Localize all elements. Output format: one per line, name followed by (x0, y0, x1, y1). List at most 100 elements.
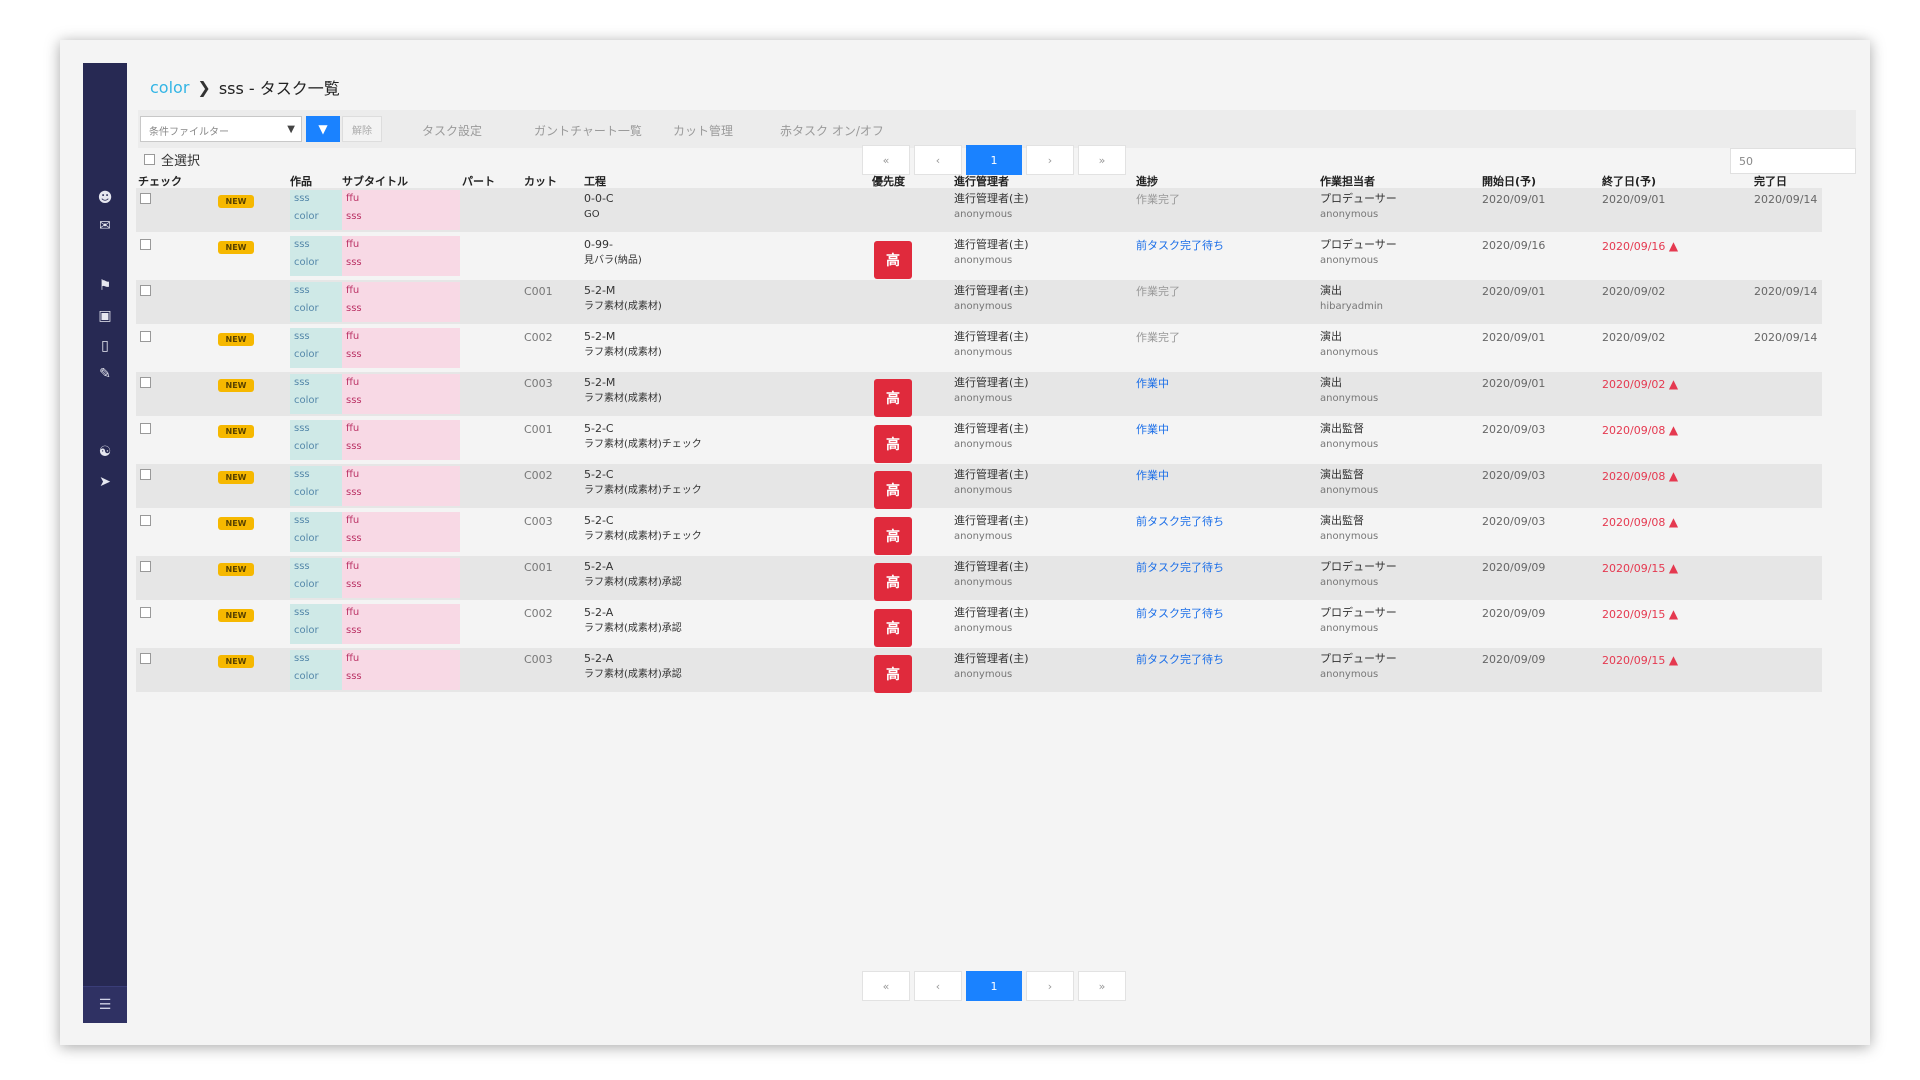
table-row[interactable]: NEW sss color ffu sss C002 5-2-A ラフ素材(成素材)承認 高 進行… (136, 602, 1822, 648)
assignee-cell: プロデューサー anonymous (1320, 237, 1397, 269)
row-checkbox[interactable] (140, 377, 151, 388)
calendar-icon[interactable]: ▣ (96, 307, 114, 325)
subtitle-code: ffu (346, 193, 360, 204)
work-name: color (294, 349, 319, 360)
work-code: sss (294, 653, 310, 664)
assignee-role: プロデューサー (1320, 238, 1397, 251)
page-first-button[interactable]: « (862, 971, 910, 1001)
status-cell[interactable]: 前タスク完了待ち (1136, 514, 1224, 530)
table-row[interactable]: NEW sss color ffu sss 0-99- 見バラ(納品) 高 進行管理者(主) an… (136, 234, 1822, 280)
row-checkbox[interactable] (140, 561, 151, 572)
header-work[interactable]: 作品 (290, 173, 312, 189)
header-status[interactable]: 進捗 (1136, 173, 1158, 189)
assignee-user: anonymous (1320, 347, 1379, 358)
table-row[interactable]: NEW sss color ffu sss C002 5-2-M ラフ素材(成素材) 進行管理者… (136, 326, 1822, 372)
table-row[interactable]: NEW sss color ffu sss C001 5-2-A ラフ素材(成素材)承認 高 進行… (136, 556, 1822, 602)
inbox-icon[interactable]: ▯ (96, 337, 114, 355)
process-code: 0-99- (584, 238, 613, 251)
flag-icon[interactable]: ⚑ (96, 277, 114, 295)
breadcrumb-root-link[interactable]: color (150, 78, 189, 97)
row-checkbox[interactable] (140, 607, 151, 618)
status-cell[interactable]: 作業中 (1136, 468, 1169, 484)
status-cell[interactable]: 作業中 (1136, 376, 1169, 392)
users-icon[interactable]: ☯ (96, 443, 114, 461)
start-date: 2020/09/16 (1482, 239, 1546, 252)
filter-select[interactable]: 条件ファイルター ▼ (140, 116, 302, 142)
subtitle-name: sss (346, 441, 362, 452)
assignee-user: anonymous (1320, 623, 1379, 634)
header-assignee[interactable]: 作業担当者 (1320, 173, 1375, 189)
header-part[interactable]: パート (462, 173, 495, 189)
status-cell[interactable]: 前タスク完了待ち (1136, 652, 1224, 668)
page-prev-button[interactable]: ‹ (914, 971, 962, 1001)
page-next-button[interactable]: › (1026, 971, 1074, 1001)
assignee-role: プロデューサー (1320, 606, 1397, 619)
logout-icon[interactable]: ➤ (96, 473, 114, 491)
row-checkbox[interactable] (140, 331, 151, 342)
process-code: 5-2-A (584, 652, 614, 665)
table-row[interactable]: sss color ffu sss C001 5-2-M ラフ素材(成素材) 進行管理者(主)… (136, 280, 1822, 326)
warning-icon: ▲ (1668, 377, 1679, 391)
assignee-cell: プロデューサー anonymous (1320, 651, 1397, 683)
menu-icon[interactable]: ☰ (83, 986, 127, 1023)
row-checkbox[interactable] (140, 653, 151, 664)
row-checkbox[interactable] (140, 285, 151, 296)
table-row[interactable]: NEW sss color ffu sss C002 5-2-C ラフ素材(成素材)チェック 高… (136, 464, 1822, 510)
select-all-checkbox[interactable] (144, 154, 155, 165)
row-checkbox[interactable] (140, 193, 151, 204)
status-cell[interactable]: 前タスク完了待ち (1136, 560, 1224, 576)
row-checkbox[interactable] (140, 515, 151, 526)
user-icon[interactable]: ☻ (96, 189, 114, 207)
header-manager[interactable]: 進行管理者 (954, 173, 1009, 189)
user-edit-icon[interactable]: ✎ (96, 365, 114, 383)
red-task-toggle-link[interactable]: 赤タスク オン/オフ (780, 122, 884, 139)
subtitle-code: ffu (346, 331, 360, 342)
priority-badge: 高 (874, 471, 912, 509)
new-badge: NEW (218, 195, 254, 208)
header-subtitle[interactable]: サブタイトル (342, 173, 408, 189)
assignee-cell: プロデューサー anonymous (1320, 559, 1397, 591)
row-checkbox[interactable] (140, 469, 151, 480)
header-start[interactable]: 開始日(予) (1482, 173, 1536, 189)
table-row[interactable]: NEW sss color ffu sss 0-0-C GO 進行管理者(主) anonymou… (136, 188, 1822, 234)
page-last-button[interactable]: » (1078, 971, 1126, 1001)
work-code: sss (294, 239, 310, 250)
row-checkbox[interactable] (140, 423, 151, 434)
select-all[interactable]: 全選択 (144, 150, 200, 169)
gantt-list-link[interactable]: ガントチャート一覧 (534, 122, 642, 139)
status-cell[interactable]: 前タスク完了待ち (1136, 238, 1224, 254)
cut-cell: C003 (524, 515, 553, 528)
process-cell: 5-2-C ラフ素材(成素材)チェック (584, 467, 702, 499)
process-code: 5-2-C (584, 422, 614, 435)
table-row[interactable]: NEW sss color ffu sss C003 5-2-C ラフ素材(成素材)チェック 高… (136, 510, 1822, 556)
filter-button[interactable]: ▼ (306, 116, 340, 142)
manager-cell: 進行管理者(主) anonymous (954, 467, 1029, 499)
task-settings-link[interactable]: タスク設定 (422, 122, 482, 139)
subtitle-name: sss (346, 625, 362, 636)
status-cell[interactable]: 前タスク完了待ち (1136, 606, 1224, 622)
header-priority[interactable]: 優先度 (872, 173, 905, 189)
work-cell: sss color (290, 604, 342, 644)
mail-icon[interactable]: ✉ (96, 217, 114, 235)
manager-cell: 進行管理者(主) anonymous (954, 329, 1029, 361)
clear-filter-button[interactable]: 解除 (342, 116, 382, 142)
header-done[interactable]: 完了日 (1754, 173, 1787, 189)
subtitle-name: sss (346, 671, 362, 682)
start-date: 2020/09/03 (1482, 515, 1546, 528)
header-cut[interactable]: カット (524, 173, 557, 189)
header-end[interactable]: 終了日(予) (1602, 173, 1656, 189)
table-row[interactable]: NEW sss color ffu sss C003 5-2-M ラフ素材(成素材) 高 進行管理… (136, 372, 1822, 418)
table-row[interactable]: NEW sss color ffu sss C001 5-2-C ラフ素材(成素材)チェック 高… (136, 418, 1822, 464)
task-table: チェック 作品 サブタイトル パート カット 工程 優先度 進行管理者 進捗 作… (136, 170, 1822, 694)
page-current-button[interactable]: 1 (966, 971, 1022, 1001)
end-date: 2020/09/02 (1602, 331, 1666, 344)
status-cell[interactable]: 作業中 (1136, 422, 1169, 438)
filter-icon: ▼ (318, 122, 328, 136)
cut-management-link[interactable]: カット管理 (673, 122, 733, 139)
end-date-cell: 2020/09/08 ▲ (1602, 468, 1678, 485)
row-checkbox[interactable] (140, 239, 151, 250)
header-process[interactable]: 工程 (584, 173, 606, 189)
start-date: 2020/09/01 (1482, 193, 1546, 206)
subtitle-code: ffu (346, 423, 360, 434)
table-row[interactable]: NEW sss color ffu sss C003 5-2-A ラフ素材(成素材)承認 高 進行… (136, 648, 1822, 694)
